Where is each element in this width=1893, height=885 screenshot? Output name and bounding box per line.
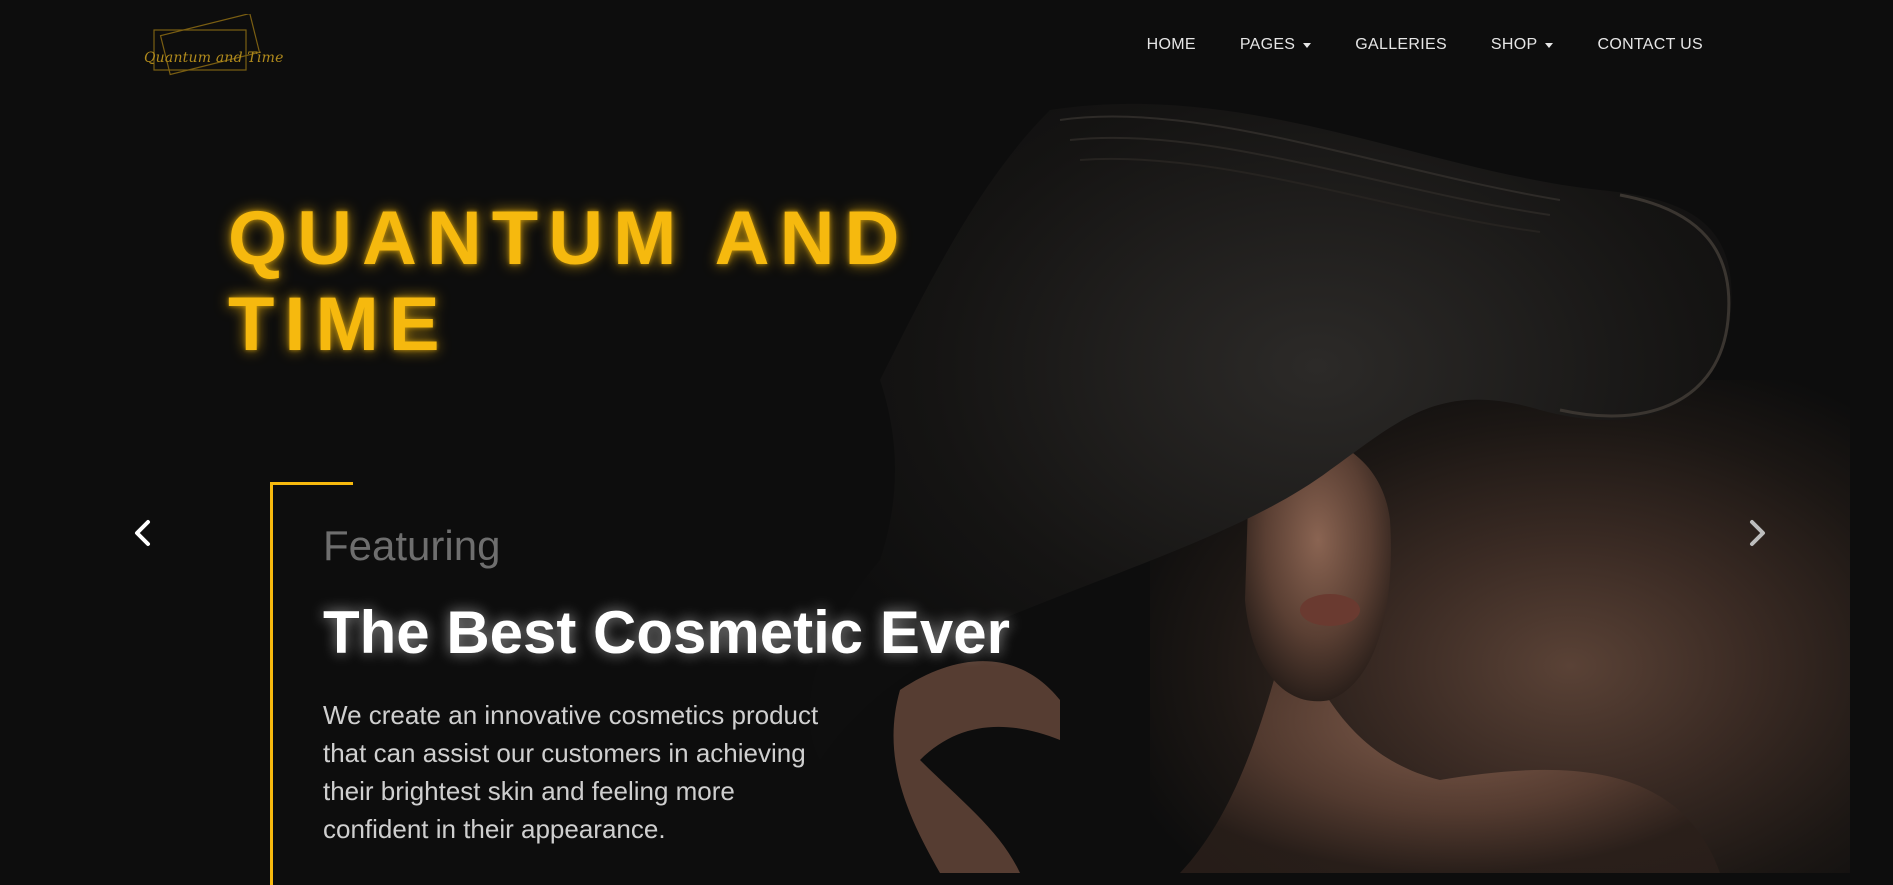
chevron-right-icon [1750,520,1765,546]
nav-item-pages[interactable]: PAGES [1239,36,1312,54]
carousel-prev-button[interactable] [128,518,158,548]
nav-item-label: CONTACT US [1597,36,1703,53]
caption-body: We create an innovative cosmetics produc… [323,700,819,844]
nav-item-label: SHOP [1490,36,1538,53]
caption-headline: The Best Cosmetic Ever [323,599,1010,666]
nav-item-galleries[interactable]: GALLERIES [1355,36,1447,54]
hero-title: QUANTUM AND TIME [228,196,910,367]
carousel-next-button[interactable] [1742,518,1772,548]
brand-logo[interactable]: Quantum and Time [142,14,283,86]
caption-eyebrow: Featuring [323,522,501,569]
site-navbar: Quantum and Time HOME PAGES GALLERIES SH… [0,0,1893,96]
nav-item-label: HOME [1146,36,1196,53]
nav-item-shop[interactable]: SHOP [1491,36,1554,54]
nav-item-home[interactable]: HOME [1147,36,1196,54]
nav-item-label: GALLERIES [1355,36,1447,53]
caret-down-icon [1545,42,1554,48]
chevron-left-icon [135,520,150,546]
caret-down-icon [1303,42,1312,48]
logo-text: Quantum and Time [144,50,284,66]
nav-item-contact-us[interactable]: CONTACT US [1597,36,1703,54]
nav-item-label: PAGES [1239,36,1296,53]
main-navigation: HOME PAGES GALLERIES SHOP CONTACT US [1103,36,1703,54]
